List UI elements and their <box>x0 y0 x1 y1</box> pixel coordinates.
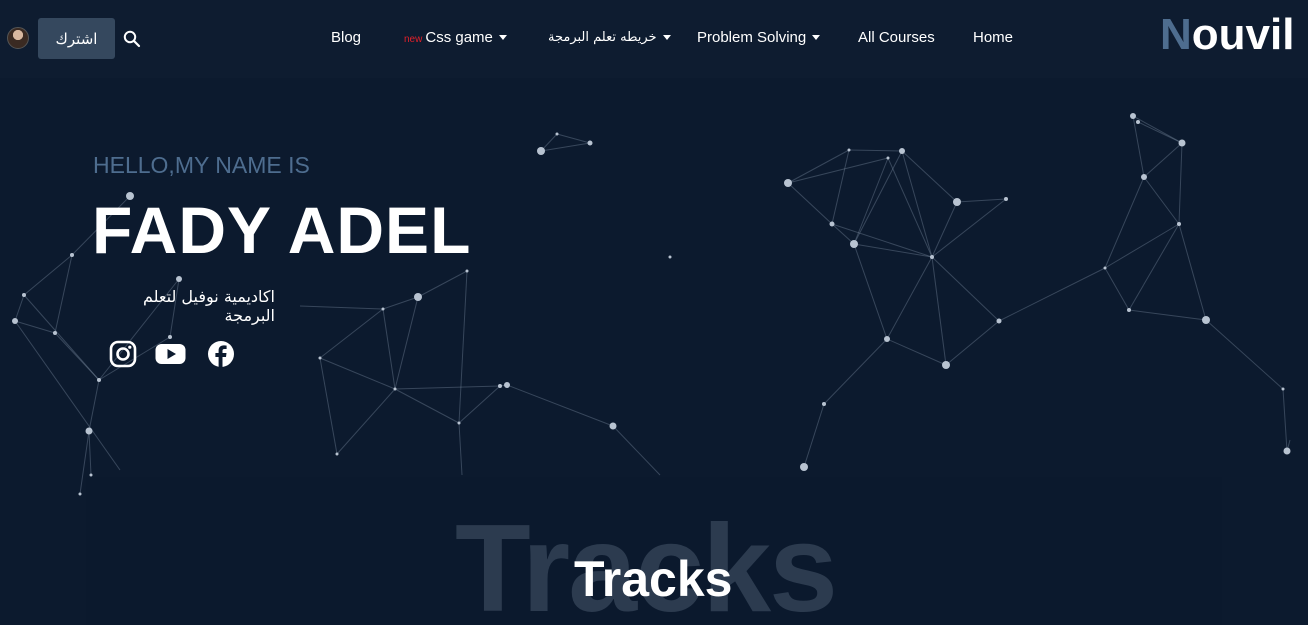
hero-tagline: اكاديمية نوفيل لتعلم البرمجة <box>142 287 275 325</box>
facebook-icon[interactable] <box>207 340 235 368</box>
navbar: اشترك Blog new Css game خريطه تعلم البرم… <box>0 0 1308 78</box>
nav-roadmap[interactable]: خريطه تعلم البرمجة <box>548 30 671 45</box>
nav-css-game-label: Css game <box>425 29 493 46</box>
tracks-title: Tracks <box>574 551 733 607</box>
nav-roadmap-label: خريطه تعلم البرمجة <box>548 30 657 45</box>
avatar[interactable] <box>7 27 29 49</box>
nav-problem-solving-label: Problem Solving <box>697 29 807 46</box>
nav-all-courses[interactable]: All Courses <box>858 29 935 46</box>
nav-blog-label: Blog <box>331 29 362 46</box>
youtube-icon[interactable] <box>155 340 186 368</box>
nav-blog[interactable]: Blog <box>331 29 361 46</box>
nav-problem-solving[interactable]: Problem Solving <box>697 29 821 46</box>
nav-home[interactable]: Home <box>973 29 1013 46</box>
chevron-down-icon <box>498 35 507 40</box>
search-icon[interactable] <box>123 30 141 48</box>
new-badge: new <box>404 33 423 45</box>
logo-text: ouvil <box>1191 10 1295 59</box>
nav-home-label: Home <box>973 29 1014 46</box>
instagram-icon[interactable] <box>109 340 137 368</box>
logo[interactable]: Nouvil <box>1160 10 1294 60</box>
chevron-down-icon <box>812 35 821 40</box>
chevron-down-icon <box>662 35 671 40</box>
nav-all-courses-label: All Courses <box>858 29 935 46</box>
hero-greeting: HELLO,MY NAME IS <box>93 152 310 178</box>
nav-css-game[interactable]: new Css game <box>404 29 507 46</box>
logo-initial: N <box>1160 10 1192 59</box>
hero-name: FADY ADEL <box>92 193 472 267</box>
subscribe-button[interactable]: اشترك <box>38 18 115 59</box>
